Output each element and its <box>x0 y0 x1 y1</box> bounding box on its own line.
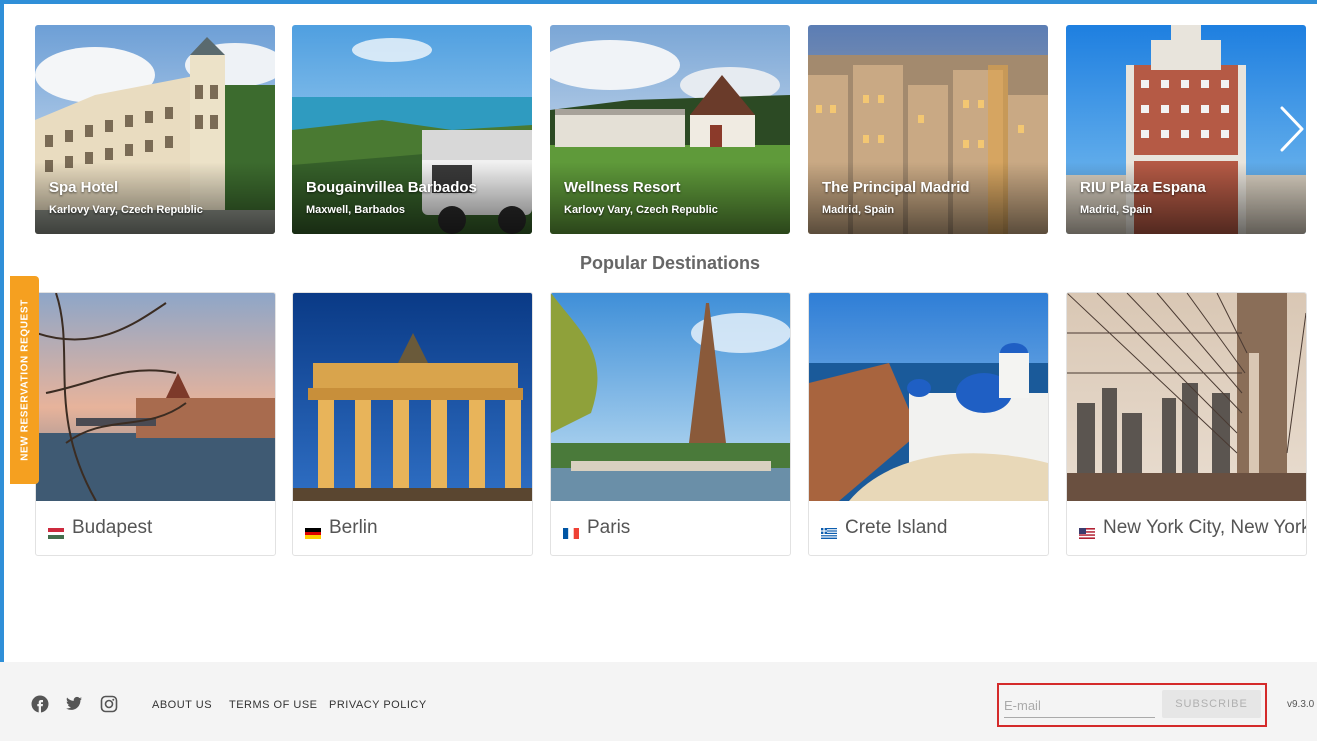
destination-label: New York City, New York <box>1079 517 1307 539</box>
destination-label: Paris <box>563 517 630 539</box>
hotel-name: Spa Hotel <box>49 179 119 196</box>
hotel-caption-shade <box>808 162 1048 234</box>
destination-label: Crete Island <box>821 517 947 539</box>
new-reservation-request-tab[interactable]: NEW RESERVATION REQUEST <box>10 276 39 484</box>
france-flag-icon <box>563 523 579 539</box>
hotel-card-wellness-resort[interactable]: Wellness Resort Karlovy Vary, Czech Repu… <box>550 25 790 234</box>
destination-card-new-york-city[interactable]: New York City, New York <box>1066 292 1307 556</box>
hotel-name: RIU Plaza Espana <box>1080 179 1206 196</box>
destination-card-crete-island[interactable]: Crete Island <box>808 292 1049 556</box>
instagram-icon[interactable] <box>100 695 118 713</box>
hotel-location: Karlovy Vary, Czech Republic <box>564 204 718 216</box>
email-input[interactable] <box>1004 693 1155 718</box>
destination-label: Berlin <box>305 517 378 539</box>
destination-photo <box>36 293 275 501</box>
destination-card-budapest[interactable]: Budapest <box>35 292 276 556</box>
destination-name: Budapest <box>72 517 153 538</box>
hotel-card-riu-plaza-espana[interactable]: RIU Plaza Espana Madrid, Spain <box>1066 25 1306 234</box>
destination-photo <box>809 293 1048 501</box>
destination-card-berlin[interactable]: Berlin <box>292 292 533 556</box>
hotel-name: Wellness Resort <box>564 179 681 196</box>
hotel-location: Maxwell, Barbados <box>306 204 406 216</box>
destination-photo <box>551 293 790 501</box>
hotel-location: Madrid, Spain <box>1080 204 1153 216</box>
hotel-caption-shade <box>292 162 532 234</box>
twitter-icon[interactable] <box>65 695 83 713</box>
hotel-card-bougainvillea-barbados[interactable]: Bougainvillea Barbados Maxwell, Barbados <box>292 25 532 234</box>
privacy-policy-link[interactable]: PRIVACY POLICY <box>329 699 427 711</box>
destination-name: New York City, New York <box>1103 517 1307 538</box>
destination-photo <box>293 293 532 501</box>
usa-flag-icon <box>1079 523 1095 539</box>
hotel-location: Madrid, Spain <box>822 204 895 216</box>
hotel-caption-shade <box>1066 162 1306 234</box>
hotel-name: The Principal Madrid <box>822 179 970 196</box>
hotel-name: Bougainvillea Barbados <box>306 179 477 196</box>
hotel-caption-shade <box>550 162 790 234</box>
destination-name: Paris <box>587 517 631 538</box>
window-frame-left <box>0 0 4 662</box>
hotel-card-spa-hotel[interactable]: Spa Hotel Karlovy Vary, Czech Republic <box>35 25 275 234</box>
destination-name: Crete Island <box>845 517 948 538</box>
terms-of-use-link[interactable]: TERMS OF USE <box>229 699 318 711</box>
chevron-right-icon[interactable] <box>1274 104 1308 154</box>
hungary-flag-icon <box>48 523 64 539</box>
destination-photo <box>1067 293 1306 501</box>
destination-name: Berlin <box>329 517 378 538</box>
window-frame-top <box>0 0 1317 4</box>
about-us-link[interactable]: ABOUT US <box>152 699 212 711</box>
popular-destinations-title: Popular Destinations <box>579 253 761 273</box>
version-label: v9.3.0 <box>1287 699 1315 710</box>
destination-label: Budapest <box>48 517 152 539</box>
germany-flag-icon <box>305 523 321 539</box>
hotel-card-the-principal-madrid[interactable]: The Principal Madrid Madrid, Spain <box>808 25 1048 234</box>
hotel-location: Karlovy Vary, Czech Republic <box>49 204 203 216</box>
facebook-icon[interactable] <box>31 695 49 713</box>
hotel-caption-shade <box>35 162 275 234</box>
destination-card-paris[interactable]: Paris <box>550 292 791 556</box>
new-reservation-request-label: NEW RESERVATION REQUEST <box>19 299 30 461</box>
greece-flag-icon <box>821 523 837 539</box>
subscribe-button[interactable]: SUBSCRIBE <box>1162 690 1261 718</box>
